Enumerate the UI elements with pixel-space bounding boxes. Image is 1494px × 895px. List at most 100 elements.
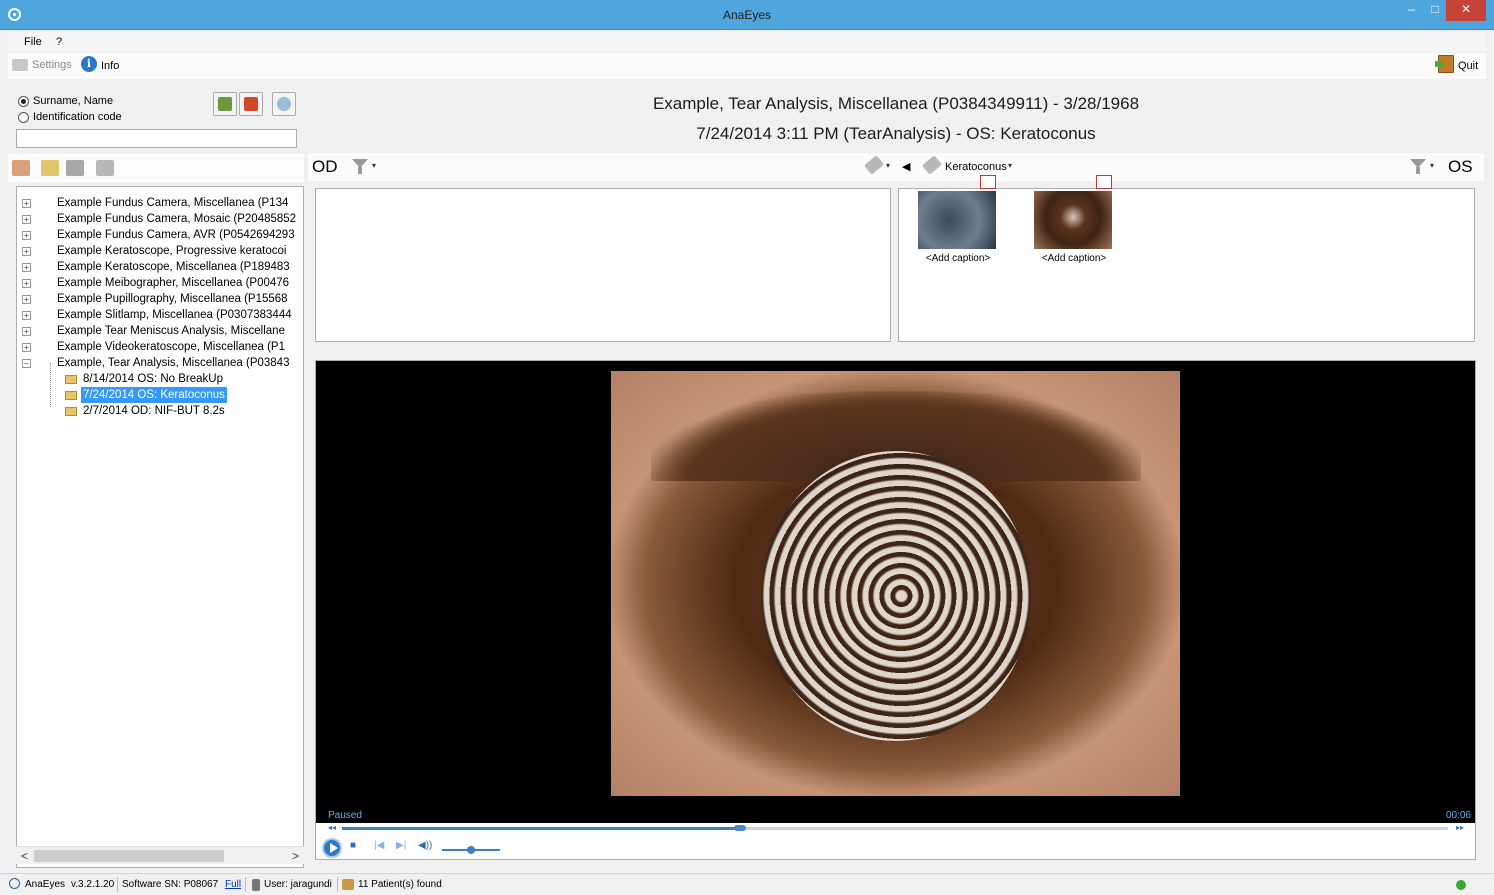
expand-icon[interactable]: + <box>22 199 31 208</box>
exam-title: 7/24/2014 3:11 PM (TearAnalysis) - OS: K… <box>696 124 1096 143</box>
tree-patient-row[interactable]: + Example Keratoscope, Miscellanea (P1894… <box>17 259 303 275</box>
tree-patient-row[interactable]: + Example Meibographer, Miscellanea (P004… <box>17 275 303 291</box>
search-input[interactable] <box>16 129 297 148</box>
radio-identification-code[interactable]: Identification code <box>18 111 122 123</box>
tree-exam-row-selected[interactable]: 7/24/2014 OS: Keratoconus <box>17 387 303 403</box>
maximize-button[interactable]: □ <box>1425 0 1445 21</box>
find-button[interactable] <box>272 92 296 116</box>
patient-label: Example Fundus Camera, Miscellanea (P134 <box>57 197 289 209</box>
play-button[interactable] <box>322 838 342 858</box>
filter-os-icon[interactable] <box>1410 159 1426 175</box>
patient-tree[interactable]: + Example Fundus Camera, Miscellanea (P13… <box>16 186 304 868</box>
tree-patient-row[interactable]: + Example Keratoscope, Progressive kerato… <box>17 243 303 259</box>
settings-label: Settings <box>32 59 72 71</box>
clear-search-button[interactable] <box>239 92 263 116</box>
exit-door-icon <box>1435 55 1454 73</box>
add-patient-icon[interactable] <box>12 160 30 176</box>
video-player[interactable]: Paused 00:06 ◂◂ ▸▸ ■ |◀ ▶| ◀)) <box>315 360 1476 860</box>
tag-icon[interactable] <box>864 155 884 175</box>
fast-forward-icon[interactable]: ▸▸ <box>1456 823 1464 832</box>
clear-icon <box>244 97 258 111</box>
next-icon[interactable]: ▶| <box>396 840 406 851</box>
expand-icon[interactable]: + <box>22 295 31 304</box>
volume-thumb[interactable] <box>467 846 475 854</box>
filter-od-dropdown[interactable]: ▾ <box>372 161 376 170</box>
patient-label: Example Keratoscope, Miscellanea (P18948… <box>57 261 290 273</box>
expand-icon[interactable]: + <box>22 327 31 336</box>
info-button[interactable]: i Info <box>81 56 119 72</box>
status-version: v.3.2.1.20 <box>71 879 115 890</box>
radio-indicator <box>18 95 29 107</box>
tag-filter-dropdown[interactable]: ▾ <box>1008 161 1012 170</box>
camera-icon[interactable] <box>96 160 114 176</box>
settings-button[interactable]: Settings <box>12 59 72 71</box>
expand-icon[interactable]: + <box>22 247 31 256</box>
thumbnail-caption[interactable]: <Add caption> <box>1024 253 1124 264</box>
user-icon <box>252 879 260 891</box>
divider <box>245 877 246 892</box>
tree-patient-row[interactable]: + Example Tear Meniscus Analysis, Miscell… <box>17 323 303 339</box>
tree-patient-row[interactable]: + Example Pupillography, Miscellanea (P15… <box>17 291 303 307</box>
tree-patient-row[interactable]: + Example Slitlamp, Miscellanea (P0307383… <box>17 307 303 323</box>
exam-icon <box>65 391 77 400</box>
volume-icon[interactable]: ◀)) <box>418 840 432 851</box>
thumbnail-image[interactable] <box>918 191 996 249</box>
status-license-link[interactable]: Full <box>225 879 241 890</box>
expand-icon[interactable]: + <box>22 263 31 272</box>
minimize-button[interactable]: – <box>1398 0 1425 21</box>
filter-od-icon[interactable] <box>352 159 368 175</box>
thumbnail-image[interactable] <box>1034 191 1112 249</box>
rewind-icon[interactable]: ◂◂ <box>328 823 336 832</box>
expand-icon[interactable]: + <box>22 311 31 320</box>
magnifier-icon <box>277 97 291 111</box>
tree-patient-row[interactable]: + Example Fundus Camera, AVR (P0542694293 <box>17 227 303 243</box>
add-exam-icon[interactable] <box>41 160 59 176</box>
thumbnail-caption[interactable]: <Add caption> <box>908 253 1008 264</box>
seek-thumb[interactable] <box>734 825 747 831</box>
filter-os-dropdown[interactable]: ▾ <box>1430 161 1434 170</box>
collapse-icon[interactable]: − <box>22 359 31 368</box>
od-thumbnail-pane[interactable] <box>315 188 891 342</box>
status-patients-found: 11 Patient(s) found <box>358 879 442 890</box>
scroll-thumb[interactable] <box>34 850 224 862</box>
seek-bar[interactable] <box>342 825 1448 831</box>
tree-patient-row[interactable]: + Example Videokeratoscope, Miscellanea (… <box>17 339 303 355</box>
patient-actions-row <box>8 154 304 182</box>
quit-label: Quit <box>1458 60 1479 72</box>
expand-icon[interactable]: + <box>22 215 31 224</box>
scroll-right-icon[interactable]: > <box>292 849 299 863</box>
tag-dropdown[interactable]: ▾ <box>886 161 890 170</box>
player-time: 00:06 <box>1445 810 1471 821</box>
previous-arrow-icon[interactable]: ◀ <box>902 160 910 173</box>
od-label: OD <box>312 157 338 176</box>
patient-label: Example Fundus Camera, Mosaic (P20485852 <box>57 213 297 225</box>
tree-exam-row[interactable]: 2/7/2014 OD: NIF-BUT 8.2s <box>17 403 303 419</box>
exam-icon <box>65 407 77 416</box>
previous-icon[interactable]: |◀ <box>374 840 384 851</box>
expand-icon[interactable]: + <box>22 231 31 240</box>
radio-label: Surname, Name <box>33 95 114 107</box>
search-patients-button[interactable] <box>213 92 237 116</box>
patient-label: Example Keratoscope, Progressive keratoc… <box>57 245 287 257</box>
close-button[interactable]: ✕ <box>1446 0 1486 21</box>
quit-button[interactable]: Quit <box>1435 55 1479 73</box>
tree-horizontal-scrollbar[interactable]: < > <box>16 846 304 864</box>
radio-surname-name[interactable]: Surname, Name <box>18 95 113 107</box>
tree-patient-row[interactable]: + Example Fundus Camera, Mosaic (P2048585… <box>17 211 303 227</box>
tag-filter-label[interactable]: Keratoconus <box>945 161 1007 173</box>
tree-exam-row[interactable]: 8/14/2014 OS: No BreakUp <box>17 371 303 387</box>
stop-icon[interactable]: ■ <box>350 840 356 851</box>
os-thumbnail-pane[interactable]: <Add caption> <Add caption> <box>898 175 1475 342</box>
video-badge-icon <box>980 175 996 189</box>
tree-patient-row[interactable]: + Example Fundus Camera, Miscellanea (P13… <box>17 195 303 211</box>
scroll-left-icon[interactable]: < <box>21 849 28 863</box>
patient-label: Example Meibographer, Miscellanea (P0047… <box>57 277 290 289</box>
menu-help[interactable]: ? <box>56 36 62 48</box>
device-icon[interactable] <box>66 160 84 176</box>
volume-slider[interactable] <box>442 846 500 854</box>
expand-icon[interactable]: + <box>22 279 31 288</box>
expand-icon[interactable]: + <box>22 343 31 352</box>
menu-file[interactable]: File <box>24 36 42 48</box>
status-bar: AnaEyes v.3.2.1.20 Software SN: P08067 F… <box>0 873 1494 895</box>
tree-patient-row[interactable]: − Example, Tear Analysis, Miscellanea (P0… <box>17 355 303 371</box>
